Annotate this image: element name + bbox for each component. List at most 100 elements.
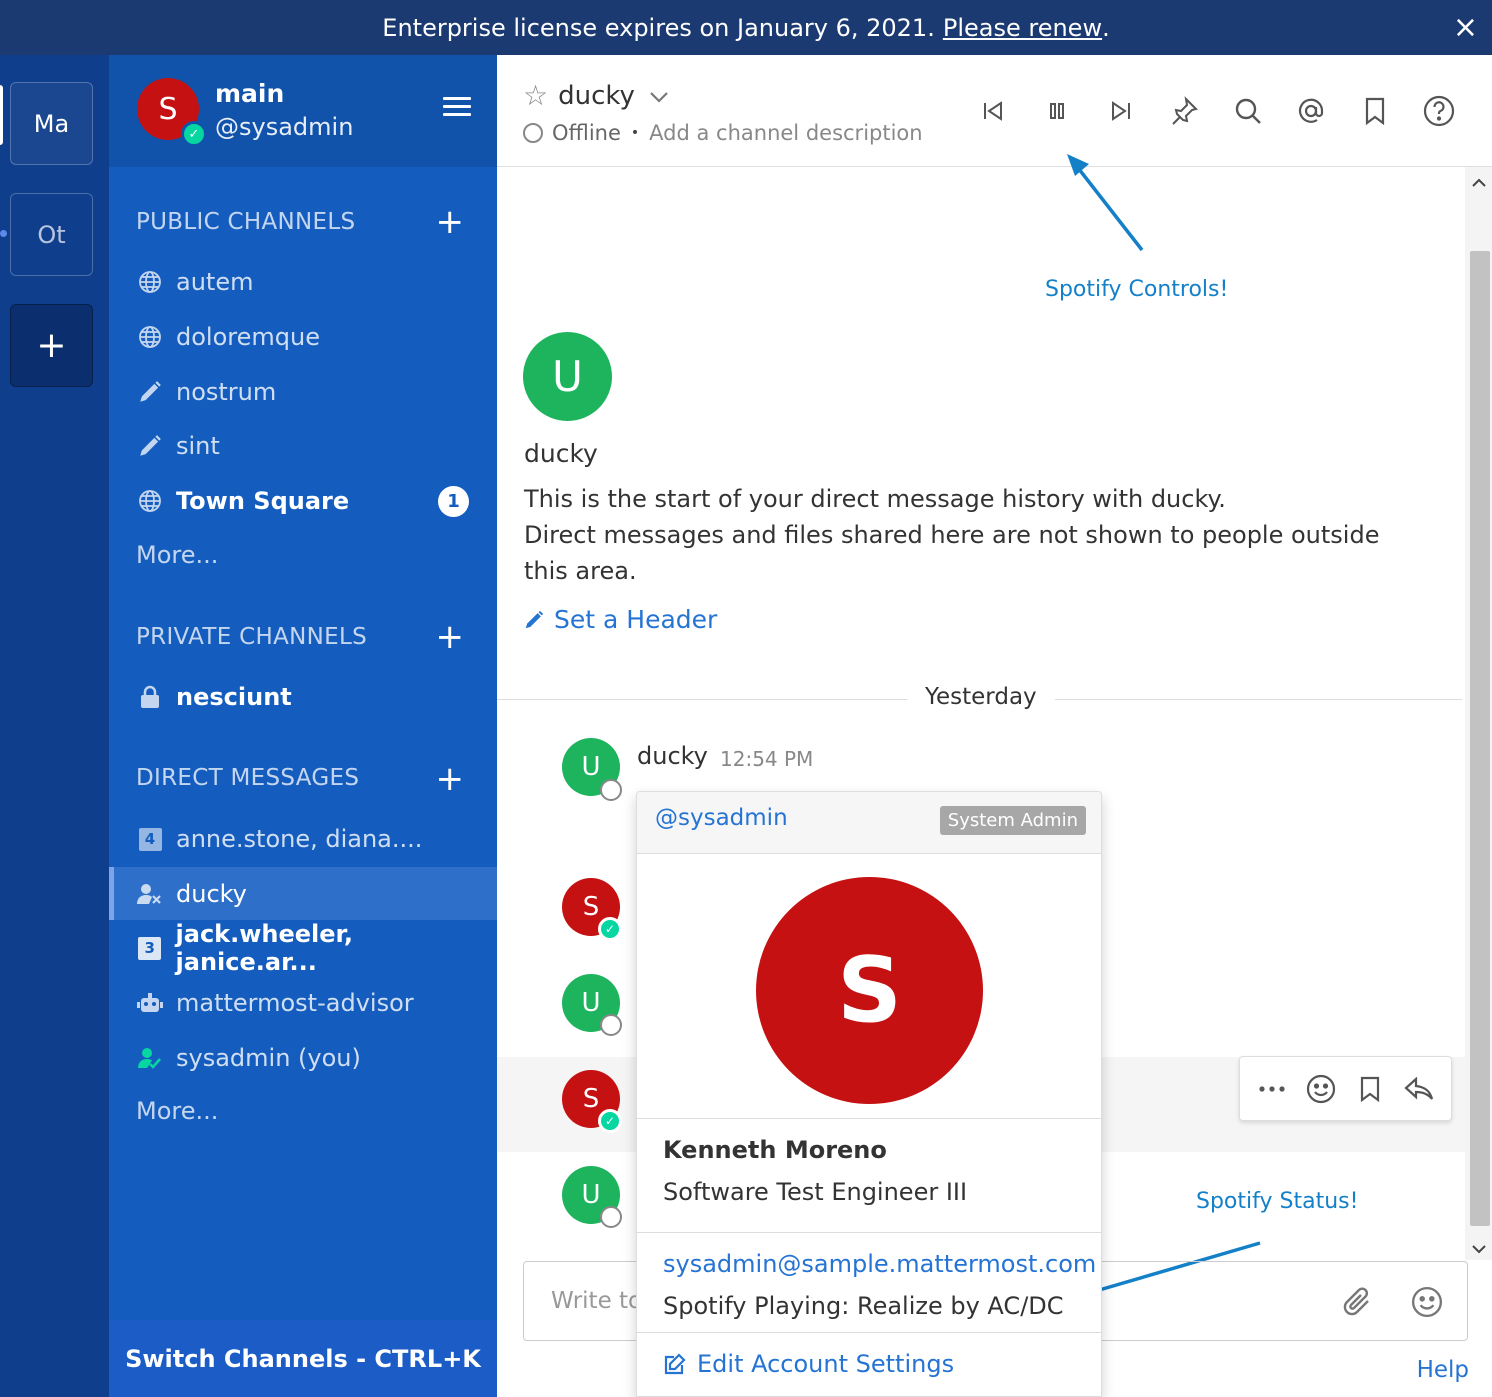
user-online-icon: [136, 1044, 164, 1072]
post-username[interactable]: ducky: [637, 742, 708, 770]
sidebar-item-sysadmin[interactable]: sysadmin (you): [109, 1033, 497, 1083]
role-badge: System Admin: [939, 806, 1086, 835]
reply-icon[interactable]: [1402, 1072, 1436, 1106]
offline-status-icon: [600, 1206, 622, 1228]
avatar[interactable]: U: [523, 332, 612, 421]
team-sidebar: Ma Ot +: [0, 55, 109, 1397]
pencil-icon: [136, 378, 164, 406]
sidebar-item-label: autem: [176, 268, 254, 296]
profile-popover: @sysadmin System Admin S Kenneth Moreno …: [636, 791, 1102, 1397]
sidebar-item-autem[interactable]: autem: [109, 257, 497, 307]
more-actions-icon[interactable]: [1255, 1072, 1289, 1106]
sidebar-header: S ✓ main @sysadmin: [109, 55, 497, 167]
banner-text: Enterprise license expires on January 6,…: [382, 13, 935, 42]
group-count-icon: 3: [136, 934, 164, 962]
sidebar-item-mattermost-advisor[interactable]: mattermost-advisor: [109, 978, 497, 1028]
popover-email-link[interactable]: sysadmin@sample.mattermost.com: [663, 1250, 1096, 1278]
online-status-icon: ✓: [598, 1109, 622, 1133]
popover-position: Software Test Engineer III: [663, 1178, 968, 1206]
pencil-icon: [136, 432, 164, 460]
search-icon[interactable]: [1230, 93, 1266, 129]
bot-icon: [136, 989, 164, 1017]
online-status-icon: ✓: [181, 121, 207, 147]
set-header-button[interactable]: Set a Header: [523, 605, 717, 634]
sidebar-item-sint[interactable]: sint: [109, 421, 497, 471]
scrollbar-thumb[interactable]: [1470, 251, 1490, 1226]
intro-text: This is the start of your direct message…: [524, 485, 1380, 585]
annotation-spotify-controls: Spotify Controls!: [1045, 277, 1229, 302]
post-actions-menu: [1239, 1056, 1452, 1121]
emoji-picker-icon[interactable]: [1409, 1284, 1445, 1320]
team-button-other[interactable]: Ot: [10, 193, 93, 276]
sidebar-item-label: mattermost-advisor: [176, 989, 414, 1017]
avatar: S: [756, 877, 983, 1104]
offline-status-icon: [600, 1014, 622, 1036]
help-link[interactable]: Help: [1417, 1357, 1469, 1383]
spotify-status: Spotify Playing: Realize by AC/DC: [663, 1292, 1064, 1320]
sidebar-item-label: sysadmin (you): [176, 1044, 361, 1072]
channel-name[interactable]: ducky: [558, 81, 635, 111]
section-private-channels: PRIVATE CHANNELS: [136, 624, 367, 650]
channel-header: ☆ ducky Offline • Add a channel descript…: [497, 55, 1492, 167]
add-channel-description-link[interactable]: Add a channel description: [649, 121, 922, 145]
channel-sidebar: S ✓ main @sysadmin PUBLIC CHANNELS + aut…: [109, 55, 497, 1397]
help-circle-icon[interactable]: [1421, 93, 1457, 129]
online-status-icon: ✓: [598, 917, 622, 941]
scrollbar[interactable]: [1465, 167, 1492, 1260]
sidebar-item-ducky[interactable]: ducky: [109, 867, 497, 920]
intro-username: ducky: [524, 439, 598, 468]
add-private-channel-button[interactable]: +: [436, 620, 465, 654]
sidebar-item-label: nesciunt: [176, 683, 292, 711]
next-track-icon[interactable]: [1103, 93, 1139, 129]
more-public-channels-link[interactable]: More...: [136, 541, 218, 569]
sidebar-item-label: Town Square: [176, 487, 350, 515]
pin-icon[interactable]: [1166, 93, 1202, 129]
composer-placeholder[interactable]: Write to: [551, 1288, 642, 1314]
scroll-up-icon[interactable]: [1472, 173, 1486, 192]
emoji-reaction-icon[interactable]: [1304, 1072, 1338, 1106]
team-button-main[interactable]: Ma: [10, 82, 93, 165]
pencil-icon: [523, 609, 545, 631]
attachment-icon[interactable]: [1340, 1284, 1376, 1320]
sidebar-item-doloremque[interactable]: doloremque: [109, 312, 497, 362]
renew-link[interactable]: Please renew: [943, 14, 1102, 42]
popover-header: @sysadmin System Admin: [637, 792, 1101, 854]
favorite-star-icon[interactable]: ☆: [523, 79, 548, 112]
bookmark-icon[interactable]: [1353, 1072, 1387, 1106]
sidebar-item-label: ducky: [176, 879, 247, 908]
sidebar-item-label: sint: [176, 432, 220, 460]
add-public-channel-button[interactable]: +: [436, 205, 465, 239]
post-timestamp[interactable]: 12:54 PM: [720, 747, 813, 771]
sidebar-item-label: jack.wheeler, janice.ar...: [175, 920, 353, 976]
scroll-down-icon[interactable]: [1472, 1239, 1486, 1258]
previous-track-icon[interactable]: [975, 93, 1011, 129]
switch-channels-button[interactable]: Switch Channels - CTRL+K: [109, 1320, 497, 1397]
add-team-button[interactable]: +: [10, 304, 93, 387]
popover-username[interactable]: @sysadmin: [655, 805, 788, 831]
bookmark-icon[interactable]: [1357, 93, 1393, 129]
team-unread-dot: [0, 230, 7, 237]
globe-icon: [136, 487, 164, 515]
user-offline-icon: [136, 880, 164, 908]
sidebar-item-group-jack[interactable]: 3 jack.wheeler, janice.ar...: [109, 920, 497, 976]
offline-status-icon: [600, 779, 622, 801]
sidebar-item-town-square[interactable]: Town Square 1: [109, 476, 497, 526]
offline-status-icon: [523, 123, 543, 143]
edit-account-settings-link[interactable]: Edit Account Settings: [663, 1350, 954, 1378]
close-banner-icon[interactable]: ×: [1453, 10, 1478, 45]
active-team-indicator: [0, 85, 3, 145]
mention-icon[interactable]: [1293, 93, 1329, 129]
sidebar-item-group-anne[interactable]: 4 anne.stone, diana....: [109, 814, 497, 864]
add-direct-message-button[interactable]: +: [436, 762, 465, 796]
lock-icon: [136, 683, 164, 711]
chevron-down-icon[interactable]: [649, 84, 669, 108]
pause-icon[interactable]: [1039, 93, 1075, 129]
team-name: main: [215, 79, 285, 108]
username: @sysadmin: [215, 113, 354, 141]
sidebar-item-nostrum[interactable]: nostrum: [109, 367, 497, 417]
sidebar-item-nesciunt[interactable]: nesciunt: [109, 672, 497, 722]
more-direct-messages-link[interactable]: More...: [136, 1097, 218, 1125]
edit-icon: [663, 1352, 687, 1376]
popover-full-name: Kenneth Moreno: [663, 1136, 887, 1164]
main-menu-icon[interactable]: [443, 97, 471, 119]
